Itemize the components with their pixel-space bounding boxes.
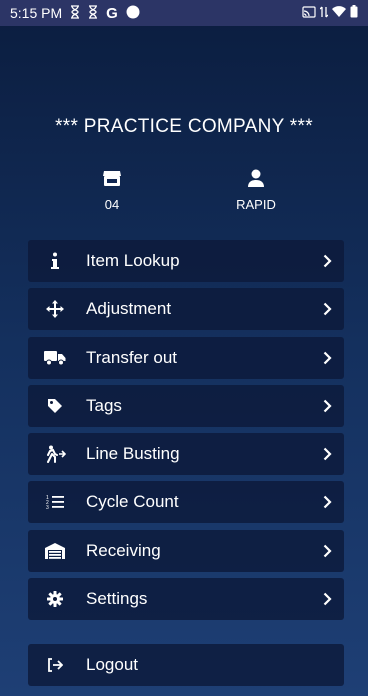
user-name: RAPID: [236, 197, 276, 212]
logout-icon: [42, 658, 68, 672]
hourglass-icon: [70, 4, 80, 22]
menu-item-settings[interactable]: Settings: [28, 578, 344, 621]
store-icon: [102, 171, 122, 192]
battery-icon: [350, 5, 358, 21]
menu-item-adjustment[interactable]: Adjustment: [28, 288, 344, 331]
hourglass-icon: [88, 4, 98, 22]
menu-item-cycle-count[interactable]: 1 2 3 Cycle Count: [28, 481, 344, 524]
logout-button[interactable]: Logout: [28, 644, 344, 686]
status-bar: 5:15 PM G: [0, 0, 368, 26]
chevron-right-icon: [323, 351, 332, 365]
chevron-right-icon: [323, 495, 332, 509]
menu-item-label: Receiving: [86, 540, 161, 560]
menu-item-tags[interactable]: Tags: [28, 384, 344, 427]
status-left: 5:15 PM G: [10, 5, 140, 22]
menu-item-item-lookup[interactable]: Item Lookup: [28, 240, 344, 282]
menu-item-receiving[interactable]: Receiving: [28, 529, 344, 572]
cast-icon: [302, 5, 316, 21]
menu-item-label: Adjustment: [86, 299, 172, 319]
status-time: 5:15 PM: [10, 5, 63, 21]
user-icon: [246, 169, 266, 192]
logout-label: Logout: [86, 655, 138, 674]
truck-icon: [42, 350, 68, 366]
chevron-right-icon: [323, 302, 332, 316]
menu-item-label: Tags: [86, 395, 122, 415]
menu-item-line-busting[interactable]: Line Busting: [28, 433, 344, 476]
chevron-right-icon: [323, 447, 332, 461]
status-right: [302, 5, 358, 21]
gear-icon: [42, 591, 68, 608]
chevron-right-icon: [323, 254, 332, 268]
menu-item-label: Cycle Count: [86, 492, 179, 512]
chevron-right-icon: [323, 592, 332, 606]
chevron-right-icon: [323, 544, 332, 558]
svg-text:3: 3: [46, 505, 49, 510]
numbered-list-icon: 1 2 3: [42, 494, 68, 510]
menu-item-label: Line Busting: [86, 444, 180, 464]
menu-item-transfer-out[interactable]: Transfer out: [28, 336, 344, 379]
warehouse-icon: [42, 542, 68, 559]
user-info: RAPID: [216, 168, 296, 212]
google-icon: G: [106, 4, 118, 22]
move-arrows-icon: [42, 300, 68, 319]
info-icon: [42, 252, 68, 270]
store-info: 04: [72, 168, 152, 212]
company-name: *** PRACTICE COMPANY ***: [55, 116, 313, 137]
store-number: 04: [104, 197, 120, 212]
circle-icon: [126, 5, 140, 22]
menu-item-label: Item Lookup: [86, 251, 180, 270]
tag-icon: [42, 398, 68, 414]
store-info-row: 04 RAPID: [0, 168, 368, 218]
menu-item-label: Transfer out: [86, 347, 178, 367]
main-menu: Item Lookup Adjustment Transfer out Tags…: [28, 240, 344, 626]
data-icon: [319, 5, 329, 21]
walking-person-icon: [42, 445, 68, 464]
wifi-icon: [332, 5, 346, 21]
menu-item-label: Settings: [86, 589, 148, 609]
chevron-right-icon: [323, 399, 332, 413]
